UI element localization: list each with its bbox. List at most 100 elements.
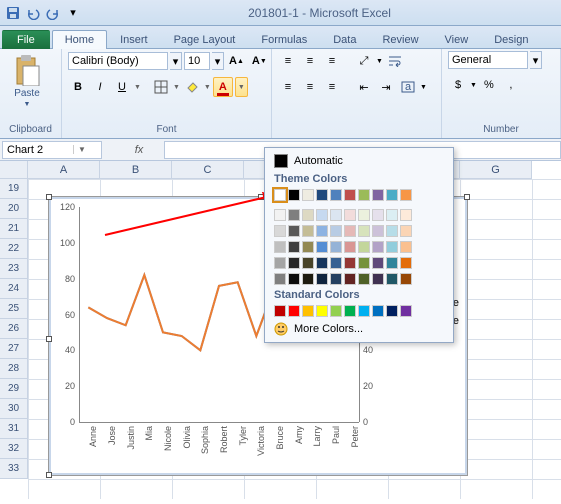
font-size-dropdown[interactable]: ▾ xyxy=(212,52,224,70)
align-top-button[interactable]: ≡ xyxy=(278,51,298,71)
color-swatch[interactable] xyxy=(274,189,286,201)
row-header[interactable]: 24 xyxy=(0,279,28,299)
column-header[interactable]: B xyxy=(100,161,172,179)
increase-indent-button[interactable]: ⇥ xyxy=(376,77,396,97)
row-header[interactable]: 32 xyxy=(0,439,28,459)
row-header[interactable]: 28 xyxy=(0,359,28,379)
tab-design[interactable]: Design xyxy=(481,30,541,49)
tab-data[interactable]: Data xyxy=(320,30,369,49)
row-header[interactable]: 25 xyxy=(0,299,28,319)
color-swatch[interactable] xyxy=(330,257,342,269)
color-swatch[interactable] xyxy=(302,209,314,221)
tab-insert[interactable]: Insert xyxy=(107,30,161,49)
color-swatch[interactable] xyxy=(400,209,412,221)
tab-view[interactable]: View xyxy=(432,30,482,49)
color-swatch[interactable] xyxy=(302,257,314,269)
color-swatch[interactable] xyxy=(316,241,328,253)
color-swatch[interactable] xyxy=(316,225,328,237)
color-swatch[interactable] xyxy=(372,189,384,201)
grow-font-button[interactable]: A▲ xyxy=(226,51,247,71)
number-format-combo[interactable] xyxy=(448,51,528,69)
color-swatch[interactable] xyxy=(330,273,342,285)
color-swatch[interactable] xyxy=(288,189,300,201)
number-format-dropdown[interactable]: ▾ xyxy=(530,51,542,69)
color-swatch[interactable] xyxy=(386,305,398,317)
color-swatch[interactable] xyxy=(386,241,398,253)
color-swatch[interactable] xyxy=(400,305,412,317)
row-header[interactable]: 26 xyxy=(0,319,28,339)
shrink-font-button[interactable]: A▼ xyxy=(249,51,270,71)
redo-icon[interactable] xyxy=(44,4,62,22)
color-swatch[interactable] xyxy=(372,241,384,253)
row-header[interactable]: 23 xyxy=(0,259,28,279)
resize-handle[interactable] xyxy=(46,336,52,342)
color-swatch[interactable] xyxy=(330,305,342,317)
color-swatch[interactable] xyxy=(386,225,398,237)
color-swatch[interactable] xyxy=(330,241,342,253)
font-name-combo[interactable] xyxy=(68,52,168,70)
resize-handle[interactable] xyxy=(46,194,52,200)
color-swatch[interactable] xyxy=(358,189,370,201)
qat-dropdown-icon[interactable]: ▾ xyxy=(64,4,82,22)
color-swatch[interactable] xyxy=(386,257,398,269)
row-header[interactable]: 27 xyxy=(0,339,28,359)
color-swatch[interactable] xyxy=(400,189,412,201)
color-swatch[interactable] xyxy=(358,225,370,237)
color-swatch[interactable] xyxy=(316,257,328,269)
row-header[interactable]: 31 xyxy=(0,419,28,439)
color-swatch[interactable] xyxy=(400,273,412,285)
color-swatch[interactable] xyxy=(358,241,370,253)
row-header[interactable]: 19 xyxy=(0,179,28,199)
color-swatch[interactable] xyxy=(316,209,328,221)
fx-icon[interactable]: fx xyxy=(129,144,150,156)
row-header[interactable]: 22 xyxy=(0,239,28,259)
column-header[interactable]: A xyxy=(28,161,100,179)
color-swatch[interactable] xyxy=(372,273,384,285)
color-swatch[interactable] xyxy=(344,225,356,237)
column-header[interactable]: G xyxy=(460,161,532,179)
align-bottom-button[interactable]: ≡ xyxy=(322,51,342,71)
row-header[interactable]: 21 xyxy=(0,219,28,239)
color-swatch[interactable] xyxy=(274,241,286,253)
color-swatch[interactable] xyxy=(330,209,342,221)
color-swatch[interactable] xyxy=(344,257,356,269)
select-all-corner[interactable] xyxy=(0,161,28,179)
color-swatch[interactable] xyxy=(358,209,370,221)
color-swatch[interactable] xyxy=(344,273,356,285)
color-swatch[interactable] xyxy=(400,241,412,253)
color-swatch[interactable] xyxy=(330,189,342,201)
color-swatch[interactable] xyxy=(288,241,300,253)
color-swatch[interactable] xyxy=(288,257,300,269)
tab-home[interactable]: Home xyxy=(52,30,107,49)
color-swatch[interactable] xyxy=(316,273,328,285)
color-swatch[interactable] xyxy=(274,273,286,285)
orientation-button[interactable]: ⤢ xyxy=(354,51,374,71)
comma-button[interactable]: , xyxy=(501,75,521,95)
color-swatch[interactable] xyxy=(386,189,398,201)
color-swatch[interactable] xyxy=(288,209,300,221)
color-swatch[interactable] xyxy=(288,273,300,285)
color-swatch[interactable] xyxy=(344,305,356,317)
fill-color-button[interactable] xyxy=(182,77,202,97)
color-swatch[interactable] xyxy=(302,305,314,317)
align-right-button[interactable]: ≡ xyxy=(322,77,342,97)
decrease-indent-button[interactable]: ⇤ xyxy=(354,77,374,97)
merge-button[interactable]: a xyxy=(398,77,418,97)
color-swatch[interactable] xyxy=(344,241,356,253)
undo-icon[interactable] xyxy=(24,4,42,22)
save-icon[interactable] xyxy=(4,4,22,22)
color-swatch[interactable] xyxy=(302,189,314,201)
color-swatch[interactable] xyxy=(302,273,314,285)
font-name-dropdown[interactable]: ▾ xyxy=(170,52,182,70)
resize-handle[interactable] xyxy=(46,472,52,478)
color-swatch[interactable] xyxy=(372,225,384,237)
color-swatch[interactable] xyxy=(302,241,314,253)
color-swatch[interactable] xyxy=(288,305,300,317)
font-size-combo[interactable] xyxy=(184,52,210,70)
color-swatch[interactable] xyxy=(302,225,314,237)
color-swatch[interactable] xyxy=(358,273,370,285)
align-left-button[interactable]: ≡ xyxy=(278,77,298,97)
paste-button[interactable]: Paste ▼ xyxy=(6,51,48,111)
color-swatch[interactable] xyxy=(288,225,300,237)
color-swatch[interactable] xyxy=(400,257,412,269)
